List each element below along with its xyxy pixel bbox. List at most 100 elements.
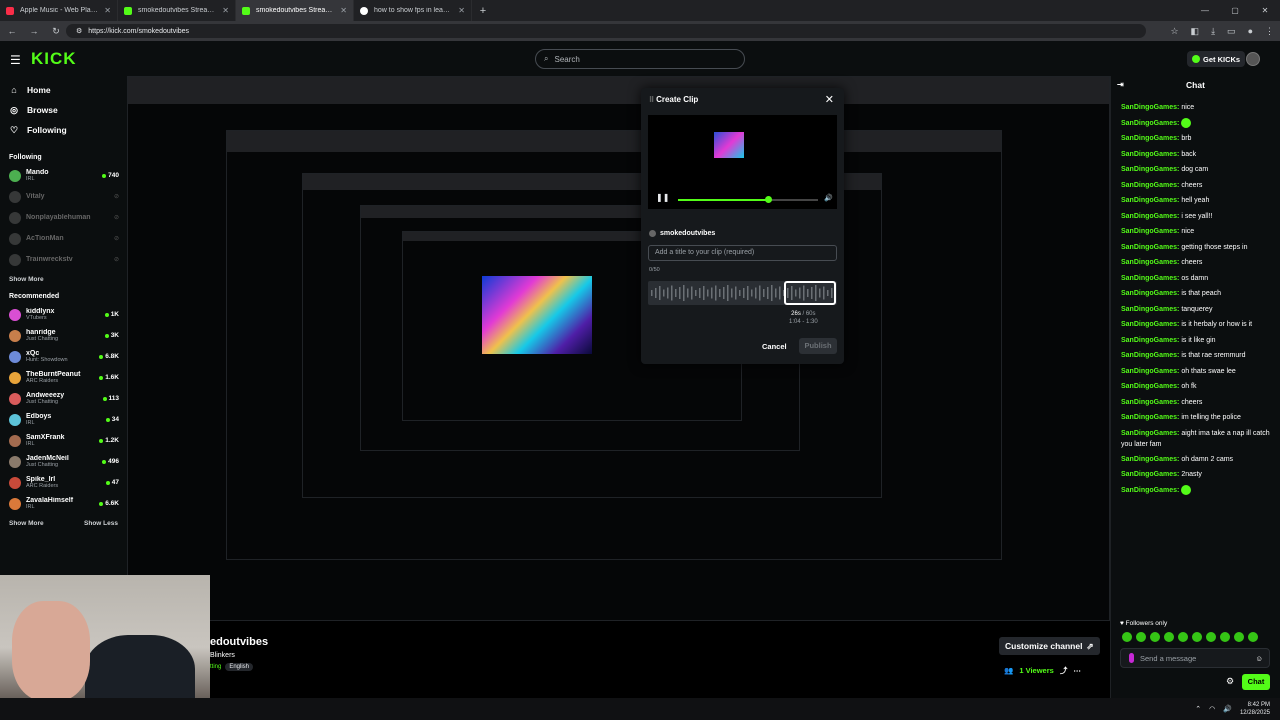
- chat-username[interactable]: SanDingoGames:: [1121, 166, 1179, 173]
- user-avatar[interactable]: [1246, 52, 1260, 66]
- search-input[interactable]: ⌕ Search: [535, 49, 745, 69]
- sidebar-channel[interactable]: Trainwreckstv ⊘: [0, 249, 127, 270]
- emote-icon[interactable]: [1220, 632, 1230, 642]
- tray-chevron-icon[interactable]: ⌃: [1195, 705, 1201, 713]
- chat-username[interactable]: SanDingoGames:: [1121, 151, 1179, 158]
- close-tab-icon[interactable]: ✕: [104, 6, 111, 15]
- url-field[interactable]: ⚙ https://kick.com/smokedoutvibes: [66, 24, 1146, 38]
- collapse-chat-icon[interactable]: ⇥: [1117, 80, 1124, 89]
- browser-tab[interactable]: how to show fps in league - Go✕: [354, 0, 472, 21]
- emoji-icon[interactable]: ☺: [1255, 654, 1263, 663]
- volume-icon[interactable]: 🔊: [824, 194, 833, 202]
- customize-channel-button[interactable]: Customize channel ⇗: [999, 637, 1100, 655]
- sidebar-channel[interactable]: Spike_Irl ARC Raiders 47: [0, 472, 127, 493]
- chat-username[interactable]: SanDingoGames:: [1121, 244, 1179, 251]
- sidebar-channel[interactable]: Nonplayablehuman ⊘: [0, 207, 127, 228]
- sidebar-channel[interactable]: hanridge Just Chatting 3K: [0, 325, 127, 346]
- publish-button[interactable]: Publish: [799, 338, 837, 354]
- chat-username[interactable]: SanDingoGames:: [1121, 487, 1179, 494]
- sidebar-channel[interactable]: JadenMcNeil Just Chatting 496: [0, 451, 127, 472]
- extensions-icon[interactable]: ◧: [1191, 26, 1200, 37]
- download-icon[interactable]: ⤓: [1211, 26, 1215, 37]
- forward-icon[interactable]: →: [28, 26, 40, 36]
- video-player[interactable]: [127, 76, 1110, 698]
- chat-username[interactable]: SanDingoGames:: [1121, 259, 1179, 266]
- chat-username[interactable]: SanDingoGames:: [1121, 306, 1179, 313]
- hamburger-menu-icon[interactable]: ☰: [10, 53, 21, 67]
- emote-icon[interactable]: [1206, 632, 1216, 642]
- show-more-button[interactable]: Show More: [9, 276, 44, 283]
- sidebar-item-following[interactable]: ♡ Following: [0, 120, 127, 140]
- sidebar-item-home[interactable]: ⌂ Home: [0, 80, 127, 100]
- sidepanel-icon[interactable]: ▭: [1227, 26, 1236, 37]
- stream-category[interactable]: tting: [210, 664, 221, 670]
- chat-username[interactable]: SanDingoGames:: [1121, 197, 1179, 204]
- close-tab-icon[interactable]: ✕: [340, 6, 347, 15]
- sidebar-channel[interactable]: kiddlynx VTubers 1K: [0, 304, 127, 325]
- show-more-button[interactable]: Show More: [9, 520, 44, 527]
- system-clock[interactable]: 8:42 PM 12/28/2025: [1240, 701, 1270, 717]
- emote-icon[interactable]: [1248, 632, 1258, 642]
- close-tab-icon[interactable]: ✕: [222, 6, 229, 15]
- chat-username[interactable]: SanDingoGames:: [1121, 213, 1179, 220]
- profile-icon[interactable]: ●: [1248, 26, 1253, 36]
- sidebar-item-browse[interactable]: ◎ Browse: [0, 100, 127, 120]
- speaker-icon[interactable]: 🔊: [1223, 705, 1232, 713]
- close-window-icon[interactable]: ✕: [1250, 0, 1280, 21]
- sidebar-channel[interactable]: Mando IRL 740: [0, 165, 127, 186]
- channel-name[interactable]: edoutvibes: [210, 636, 268, 648]
- send-chat-button[interactable]: Chat: [1242, 674, 1270, 690]
- get-kicks-button[interactable]: Get KICKs: [1187, 51, 1246, 67]
- close-tab-icon[interactable]: ✕: [458, 6, 465, 15]
- chat-username[interactable]: SanDingoGames:: [1121, 471, 1179, 478]
- sidebar-channel[interactable]: Vitaly ⊘: [0, 186, 127, 207]
- sidebar-channel[interactable]: Andweeezy Just Chatting 113: [0, 388, 127, 409]
- share-icon[interactable]: ⤴: [1060, 665, 1068, 676]
- reload-icon[interactable]: ↻: [50, 26, 62, 37]
- emote-icon[interactable]: [1122, 632, 1132, 642]
- chat-username[interactable]: SanDingoGames:: [1121, 182, 1179, 189]
- site-info-icon[interactable]: ⚙: [76, 27, 82, 35]
- preview-progress[interactable]: [678, 196, 818, 203]
- sidebar-channel[interactable]: ZavalaHimself IRL 6.6K: [0, 493, 127, 514]
- minimize-icon[interactable]: —: [1190, 0, 1220, 21]
- emote-icon[interactable]: [1234, 632, 1244, 642]
- sidebar-channel[interactable]: TheBurntPeanut ARC Raiders 1.6K: [0, 367, 127, 388]
- chat-username[interactable]: SanDingoGames:: [1121, 456, 1179, 463]
- emote-icon[interactable]: [1192, 632, 1202, 642]
- chat-settings-icon[interactable]: ⚙: [1226, 676, 1234, 687]
- wifi-icon[interactable]: ◠: [1209, 705, 1215, 713]
- kick-logo[interactable]: KICK: [31, 49, 77, 69]
- sidebar-channel[interactable]: AcTionMan ⊘: [0, 228, 127, 249]
- new-tab-button[interactable]: +: [472, 5, 494, 17]
- chat-message-input[interactable]: Send a message ☺: [1120, 648, 1270, 668]
- chat-username[interactable]: SanDingoGames:: [1121, 321, 1179, 328]
- sidebar-channel[interactable]: SamXFrank IRL 1.2K: [0, 430, 127, 451]
- chat-username[interactable]: SanDingoGames:: [1121, 104, 1179, 111]
- chat-username[interactable]: SanDingoGames:: [1121, 228, 1179, 235]
- language-tag[interactable]: English: [225, 663, 254, 671]
- chat-username[interactable]: SanDingoGames:: [1121, 275, 1179, 282]
- emote-icon[interactable]: [1150, 632, 1160, 642]
- chat-username[interactable]: SanDingoGames:: [1121, 430, 1179, 437]
- chat-username[interactable]: SanDingoGames:: [1121, 290, 1179, 297]
- menu-icon[interactable]: ⋮: [1265, 26, 1274, 37]
- sidebar-channel[interactable]: Edboys IRL 34: [0, 409, 127, 430]
- more-icon[interactable]: ⋯: [1073, 666, 1081, 675]
- browser-tab[interactable]: Apple Music - Web Player ✕: [0, 0, 118, 21]
- emote-icon[interactable]: [1164, 632, 1174, 642]
- clip-title-input[interactable]: Add a title to your clip (required): [648, 245, 837, 261]
- sidebar-channel[interactable]: xQc Hunt: Showdown 6.8K: [0, 346, 127, 367]
- chat-username[interactable]: SanDingoGames:: [1121, 414, 1179, 421]
- pause-icon[interactable]: ❚❚: [656, 193, 669, 202]
- chat-username[interactable]: SanDingoGames:: [1121, 383, 1179, 390]
- bookmark-star-icon[interactable]: ☆: [1170, 26, 1178, 37]
- chat-username[interactable]: SanDingoGames:: [1121, 368, 1179, 375]
- clip-preview[interactable]: ❚❚ 🔊: [648, 115, 837, 209]
- chat-username[interactable]: SanDingoGames:: [1121, 399, 1179, 406]
- chat-username[interactable]: SanDingoGames:: [1121, 135, 1179, 142]
- chat-username[interactable]: SanDingoGames:: [1121, 120, 1179, 127]
- clip-range-selector[interactable]: [784, 281, 836, 305]
- show-less-button[interactable]: Show Less: [84, 520, 118, 527]
- chat-username[interactable]: SanDingoGames:: [1121, 337, 1179, 344]
